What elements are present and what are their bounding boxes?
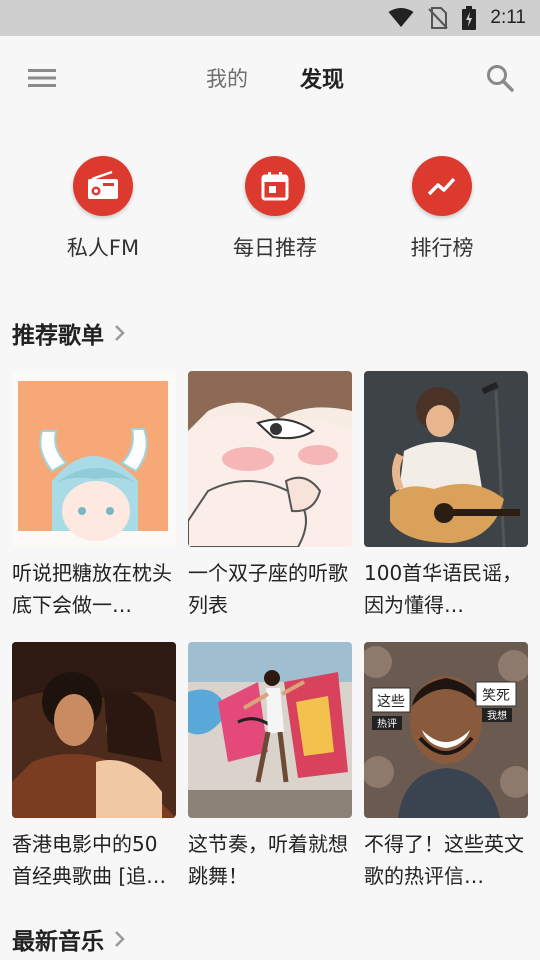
playlist-card[interactable]: 一个双子座的听歌列表: [188, 371, 352, 621]
search-icon: [487, 65, 514, 92]
search-button[interactable]: [480, 58, 520, 98]
calendar-icon: [245, 156, 305, 216]
trending-icon: [412, 156, 472, 216]
playlist-name: 一个双子座的听歌列表: [188, 561, 348, 617]
tab-mine[interactable]: 我的: [206, 63, 248, 93]
new-music-section-header[interactable]: 最新音乐: [12, 922, 126, 956]
app-bar: 我的 发现: [0, 36, 540, 120]
playlist-card[interactable]: 这些 热评 笑死 我想 不得了！这些英文歌的热评信…: [364, 642, 528, 892]
cover-tag: 我想: [487, 709, 507, 722]
top-tabs: 我的 发现: [0, 36, 540, 120]
wifi-icon: [388, 8, 414, 27]
cover-tag: 这些: [377, 693, 405, 710]
daily-recommend-entry[interactable]: 每日推荐: [205, 156, 345, 262]
playlist-name: 不得了！这些英文歌的热评信…: [364, 832, 524, 888]
playlist-cover: 这些 热评 笑死 我想: [364, 642, 528, 818]
playlist-cover: [364, 371, 528, 547]
playlist-cover: [12, 642, 176, 818]
battery-icon: [462, 6, 477, 30]
ranking-entry[interactable]: 排行榜: [372, 156, 512, 262]
playlist-cover: [12, 371, 176, 547]
playlist-name: 这节奏，听着就想跳舞！: [188, 832, 348, 888]
playlist-card[interactable]: 100首华语民谣，因为懂得…: [364, 371, 528, 621]
playlist-name: 听说把糖放在枕头底下会做一…: [12, 561, 172, 617]
private-fm-label: 私人FM: [66, 236, 140, 260]
cover-tag: 热评: [377, 717, 397, 730]
playlist-name: 香港电影中的50首经典歌曲 [追…: [12, 832, 167, 888]
quick-entries: 私人FM 每日推荐 排行榜: [0, 120, 540, 290]
status-time: 2:11: [490, 7, 526, 28]
playlist-card[interactable]: 香港电影中的50首经典歌曲 [追…: [12, 642, 176, 892]
daily-recommend-label: 每日推荐: [233, 236, 317, 260]
cover-tag: 笑死: [482, 688, 510, 704]
playlist-cover: [188, 642, 352, 818]
discover-content: 推荐歌单 听说把糖放在枕头底下会做一… 一个双子座的听歌列表 100首华语民谣，…: [0, 290, 540, 960]
playlist-name: 100首华语民谣，因为懂得…: [364, 561, 523, 617]
playlist-card[interactable]: 听说把糖放在枕头底下会做一…: [12, 371, 176, 621]
playlist-card[interactable]: 这节奏，听着就想跳舞！: [188, 642, 352, 892]
status-bar: 2:11: [0, 0, 540, 36]
no-sim-icon: [428, 7, 449, 29]
playlist-cover: [188, 371, 352, 547]
radio-icon: [73, 156, 133, 216]
chevron-right-icon: [115, 931, 125, 947]
private-fm-entry[interactable]: 私人FM: [33, 156, 173, 262]
new-music-title: 最新音乐: [12, 929, 104, 955]
ranking-label: 排行榜: [410, 236, 474, 260]
recommend-title: 推荐歌单: [12, 323, 104, 349]
recommend-section-header[interactable]: 推荐歌单: [12, 316, 126, 350]
tab-discover[interactable]: 发现: [300, 62, 344, 94]
chevron-right-icon: [115, 325, 125, 341]
